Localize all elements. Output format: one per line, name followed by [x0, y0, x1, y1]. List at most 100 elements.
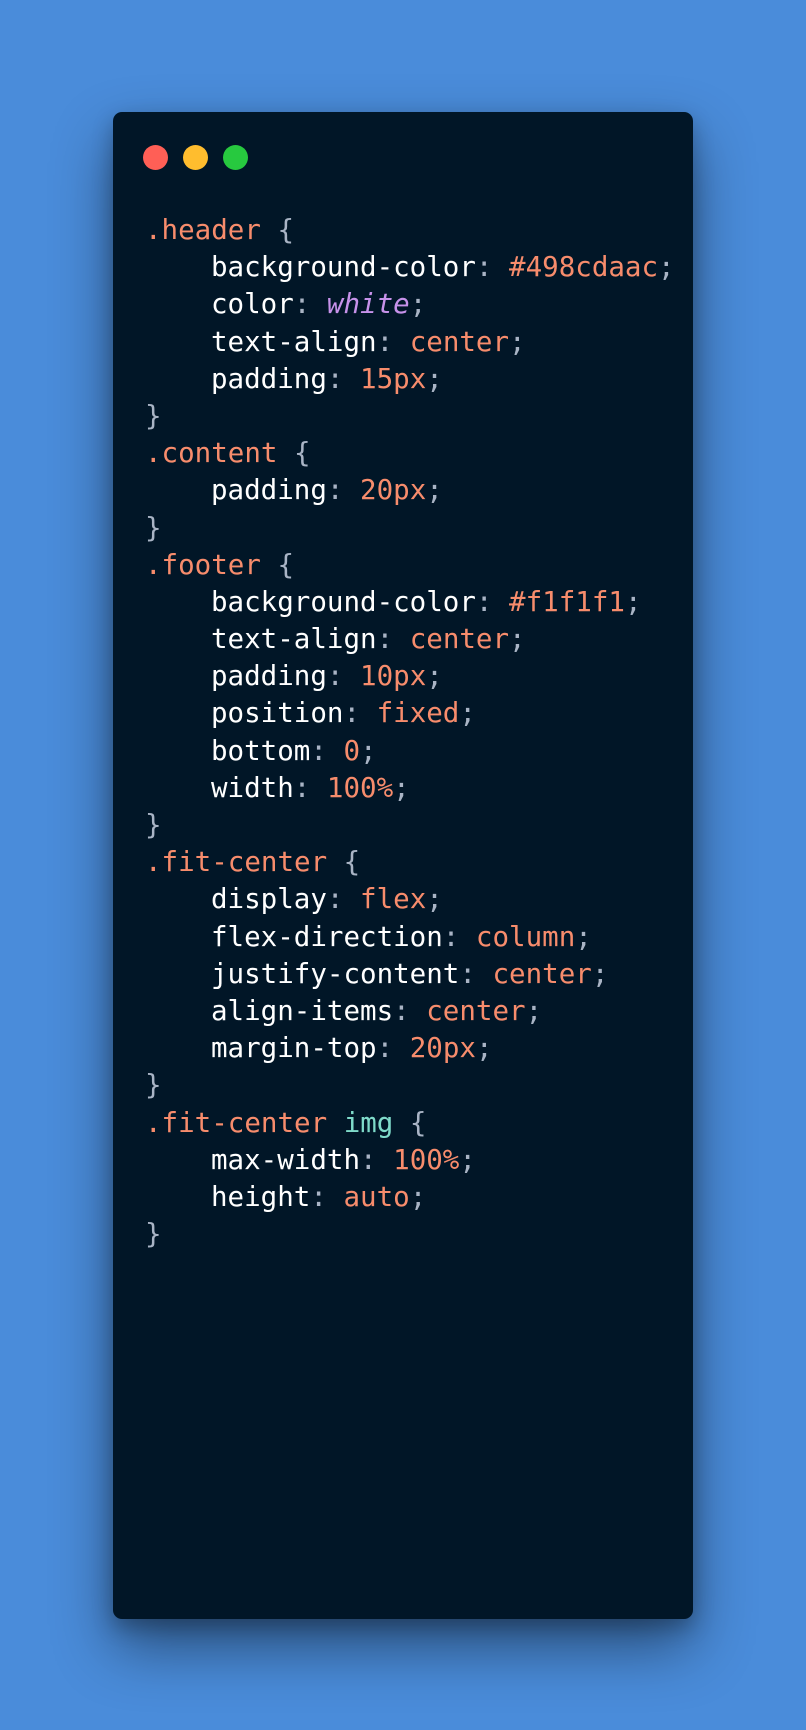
code-window: .header {background-color: #498cdaac; col… [113, 112, 693, 1619]
window-controls [143, 145, 248, 170]
code-line-declaration: width: 100%; [145, 770, 675, 807]
css-value: center [492, 957, 592, 990]
css-value: fixed [376, 697, 460, 730]
css-property: display [211, 883, 327, 916]
open-brace: { [327, 846, 361, 879]
open-brace: { [393, 1106, 427, 1139]
semicolon: ; [658, 251, 675, 284]
css-value: auto [343, 1180, 410, 1213]
colon: : [376, 325, 410, 358]
close-dot-icon[interactable] [143, 145, 168, 170]
css-element-selector: img [343, 1106, 394, 1139]
colon: : [475, 251, 510, 284]
code-line-declaration: bottom: 0; [145, 733, 675, 770]
css-value: white [326, 288, 410, 321]
semicolon: ; [509, 325, 526, 358]
css-property: padding [211, 362, 327, 395]
css-property: height [211, 1180, 311, 1213]
close-brace: } [145, 1218, 162, 1251]
css-value: 100% [393, 1143, 460, 1176]
semicolon: ; [426, 883, 443, 916]
colon: : [475, 585, 510, 618]
colon: : [326, 362, 361, 395]
colon: : [459, 957, 493, 990]
css-property: color [211, 288, 294, 321]
css-property: text-align [211, 623, 377, 656]
css-selector: .header [145, 214, 261, 246]
css-property: bottom [211, 734, 311, 767]
code-line-declaration: flex-direction: column; [145, 919, 675, 956]
colon: : [326, 474, 361, 507]
close-brace: } [145, 1069, 162, 1102]
semicolon: ; [624, 585, 642, 618]
css-value: 15px [360, 362, 427, 395]
code-line-declaration: display: flex; [145, 881, 675, 918]
close-brace: } [145, 511, 162, 544]
code-line-selector: .fit-center { [145, 844, 675, 881]
css-property: padding [211, 474, 327, 507]
css-value: 20px [360, 474, 427, 507]
css-property: width [211, 771, 294, 804]
colon: : [376, 623, 410, 656]
code-line-selector: .footer { [145, 547, 675, 584]
semicolon: ; [360, 734, 377, 767]
css-value: 20px [409, 1032, 476, 1065]
css-value: column [475, 920, 576, 953]
css-value: 0 [343, 734, 361, 767]
css-property: justify-content [211, 957, 460, 990]
code-line-declaration: padding: 20px; [145, 472, 675, 509]
open-brace: { [260, 548, 295, 581]
css-property: background-color [211, 585, 476, 618]
code-line-declaration: color: white; [145, 286, 675, 323]
css-selector: .content [145, 437, 278, 470]
semicolon: ; [426, 660, 443, 693]
open-brace: { [277, 437, 311, 470]
colon: : [343, 697, 377, 730]
semicolon: ; [409, 1180, 427, 1213]
css-value: center [409, 623, 510, 656]
code-line-close: } [145, 1216, 675, 1253]
css-property: align-items [211, 994, 394, 1027]
css-property: background-color [211, 251, 476, 284]
css-selector: .footer [145, 548, 261, 581]
code-line-close: } [145, 1067, 675, 1104]
minimize-dot-icon[interactable] [183, 145, 208, 170]
close-brace: } [145, 809, 162, 841]
code-line-declaration: text-align: center; [145, 621, 675, 658]
colon: : [326, 883, 361, 916]
semicolon: ; [393, 771, 410, 804]
semicolon: ; [459, 697, 476, 730]
colon: : [376, 1032, 410, 1065]
css-property: padding [211, 660, 327, 693]
colon: : [310, 1180, 344, 1213]
colon: : [310, 734, 344, 767]
code-line-declaration: padding: 10px; [145, 658, 675, 695]
colon: : [326, 660, 361, 693]
css-value: center [409, 325, 510, 358]
css-selector: .fit-center [145, 1106, 328, 1139]
colon: : [293, 771, 327, 804]
colon: : [442, 920, 476, 953]
semicolon: ; [509, 623, 526, 656]
semicolon: ; [575, 920, 592, 953]
maximize-dot-icon[interactable] [223, 145, 248, 170]
semicolon: ; [426, 362, 443, 395]
css-property: margin-top [211, 1032, 377, 1065]
code-line-declaration: background-color: #498cdaac; [145, 249, 675, 286]
code-line-declaration: height: auto; [145, 1179, 675, 1216]
code-line-declaration: max-width: 100%; [145, 1142, 675, 1179]
css-value: 10px [360, 660, 427, 693]
semicolon: ; [591, 957, 609, 990]
semicolon: ; [525, 994, 543, 1027]
code-line-selector: .content { [145, 435, 675, 472]
css-property: max-width [211, 1143, 361, 1176]
code-line-selector: .header { [145, 212, 675, 249]
css-value: #498cdaac [509, 251, 659, 284]
code-line-declaration: align-items: center; [145, 993, 675, 1030]
css-value: #f1f1f1 [509, 585, 625, 618]
colon: : [360, 1143, 394, 1176]
open-brace: { [260, 214, 295, 246]
code-line-declaration: justify-content: center; [145, 956, 675, 993]
semicolon: ; [426, 474, 443, 507]
colon: : [293, 288, 327, 321]
